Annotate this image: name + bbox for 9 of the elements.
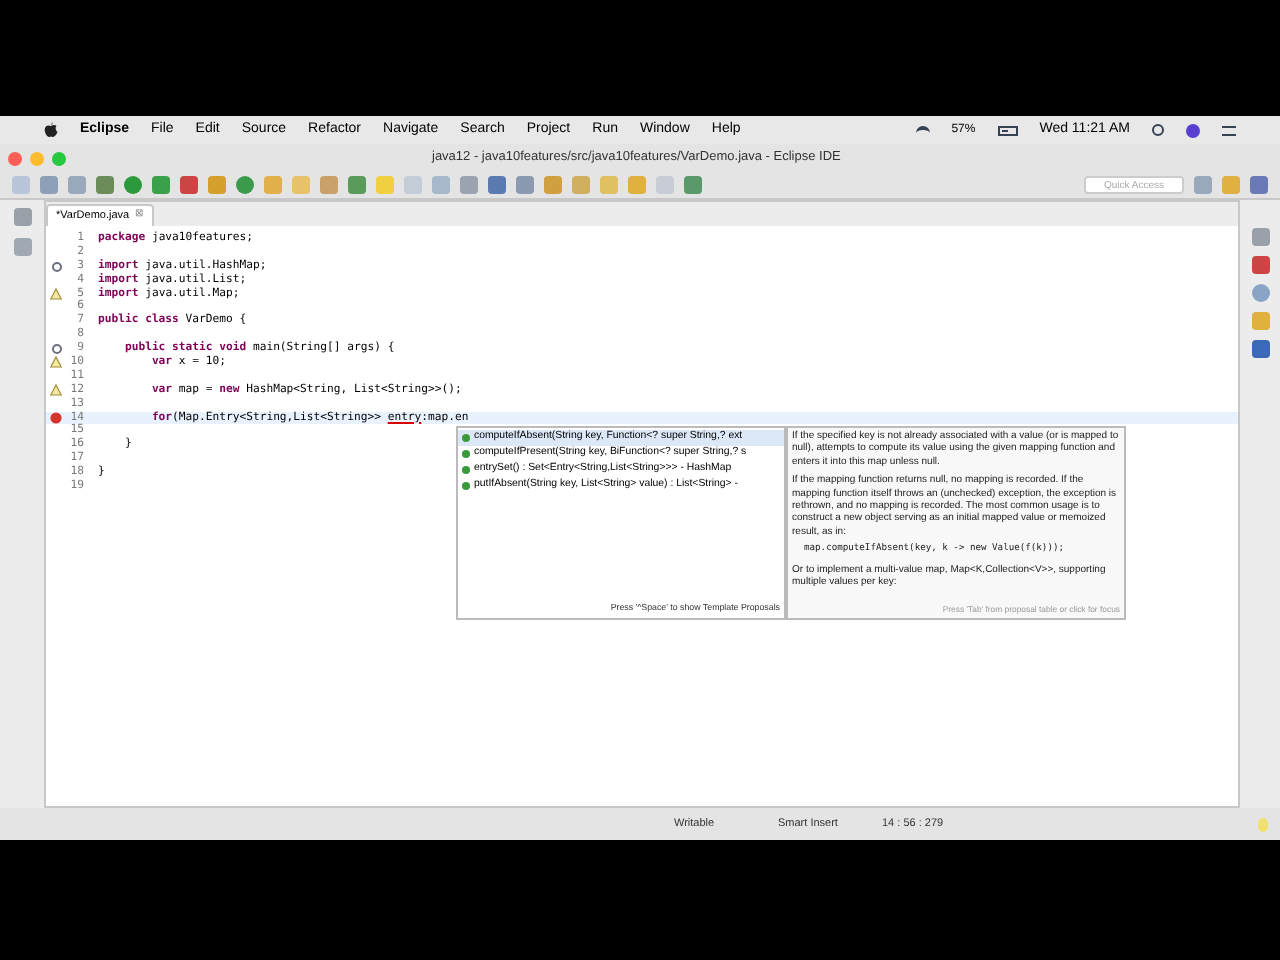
minimize-button[interactable] [30, 151, 44, 165]
close-button[interactable] [8, 151, 22, 165]
collapse-icon[interactable] [51, 344, 61, 355]
apple-icon[interactable] [44, 122, 58, 138]
wifi-icon[interactable] [915, 125, 930, 135]
collapse-icon[interactable] [51, 261, 61, 272]
battery-icon[interactable] [997, 125, 1018, 135]
menu-icon[interactable] [1222, 125, 1236, 135]
zoom-button[interactable] [52, 151, 66, 165]
